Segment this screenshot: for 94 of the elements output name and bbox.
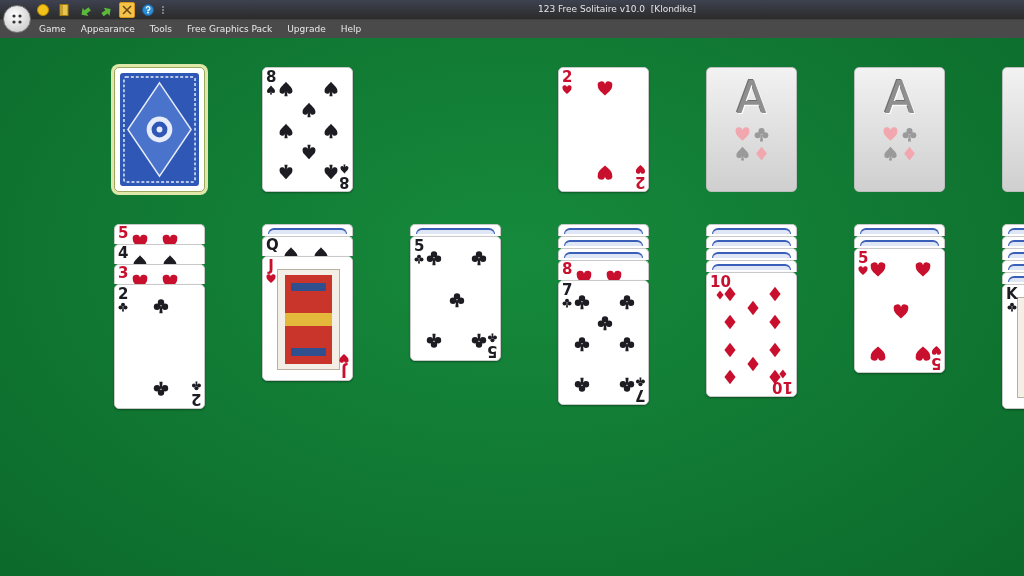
- playing-card[interactable]: 3: [114, 264, 205, 284]
- spade-icon: [278, 123, 294, 139]
- card-back[interactable]: [114, 67, 205, 192]
- heart-icon: [132, 272, 149, 284]
- heart-icon: [562, 85, 573, 95]
- book-icon[interactable]: [56, 2, 72, 18]
- spade-icon: [301, 102, 317, 118]
- card-rank: 5: [118, 226, 129, 241]
- heart-icon: [597, 81, 613, 97]
- card-rank: 2: [118, 287, 129, 302]
- ace-label: A: [736, 76, 767, 120]
- card-rank: 10: [710, 275, 731, 290]
- club-icon: [190, 381, 201, 391]
- heart-icon: [634, 164, 645, 174]
- heart-icon: [132, 232, 149, 244]
- playing-card[interactable]: 8: [558, 260, 649, 280]
- playing-card[interactable]: 5: [114, 224, 205, 244]
- card-rank: 5: [486, 343, 497, 358]
- menu-item[interactable]: Tools: [149, 23, 172, 35]
- diamond-icon: [767, 286, 783, 302]
- app-menu-button[interactable]: [3, 5, 31, 33]
- menu-item[interactable]: Game: [39, 23, 66, 35]
- diamond-icon: [767, 314, 783, 330]
- card-rank: 2: [634, 174, 645, 189]
- card-rank: 8: [338, 174, 349, 189]
- card-rank: 5: [414, 239, 425, 254]
- dice-icon: [10, 12, 24, 26]
- heart-icon: [606, 268, 623, 280]
- spade-icon: [301, 144, 317, 160]
- heart-icon: [870, 345, 886, 361]
- customize-icon[interactable]: [161, 5, 165, 15]
- help-icon[interactable]: [140, 2, 156, 18]
- club-icon: [574, 336, 590, 352]
- spade-icon: [278, 164, 294, 180]
- menu-item[interactable]: Free Graphics Pack: [187, 23, 273, 35]
- heart-icon: [266, 274, 276, 284]
- playing-card[interactable]: 8 8: [262, 67, 353, 192]
- menu-item[interactable]: Help: [340, 23, 362, 35]
- spade-icon: [323, 81, 339, 97]
- diamond-icon: [745, 300, 761, 316]
- club-icon: [449, 292, 465, 308]
- card-rank: 3: [118, 266, 129, 281]
- diamond-icon: [722, 314, 738, 330]
- card-rank: 7: [562, 283, 573, 298]
- card-rank: 8: [266, 70, 277, 85]
- club-icon: [619, 294, 635, 310]
- diamond-icon: [722, 369, 738, 385]
- club-icon: [153, 381, 169, 397]
- club-icon: [426, 333, 442, 349]
- heart-icon: [339, 353, 349, 363]
- playing-card[interactable]: 5 5: [410, 236, 501, 361]
- playing-card[interactable]: 2 2: [114, 284, 205, 409]
- diamond-icon: [722, 342, 738, 358]
- menu-item[interactable]: Appearance: [80, 23, 135, 35]
- card-rank: Q: [266, 238, 279, 253]
- playing-card[interactable]: 2 2: [558, 67, 649, 192]
- playing-card[interactable]: 10 10: [706, 272, 797, 397]
- diamond-icon: [745, 356, 761, 372]
- playing-card[interactable]: J J: [262, 256, 353, 381]
- card-rank: 5: [930, 355, 941, 370]
- card-rank: 8: [562, 262, 573, 277]
- club-icon: [619, 336, 635, 352]
- diamond-icon: [767, 342, 783, 358]
- coin-icon[interactable]: [35, 2, 51, 18]
- club-icon: [1006, 302, 1017, 312]
- menu-item[interactable]: Upgrade: [287, 23, 326, 35]
- card-rank: 7: [634, 387, 645, 402]
- card-rank: 4: [118, 246, 129, 261]
- spade-icon: [323, 123, 339, 139]
- heart-icon: [893, 304, 909, 320]
- playing-card[interactable]: Q: [262, 236, 353, 256]
- playing-card[interactable]: 4: [114, 244, 205, 264]
- card-rank: K: [1006, 287, 1018, 302]
- club-icon: [574, 377, 590, 393]
- playing-card[interactable]: K: [1002, 284, 1024, 409]
- playing-card[interactable]: 7 7: [558, 280, 649, 405]
- card-rank: 2: [562, 70, 573, 85]
- card-rank: 10: [772, 379, 793, 394]
- club-icon: [118, 302, 129, 312]
- heart-icon: [162, 272, 179, 284]
- heart-icon: [597, 164, 613, 180]
- club-icon: [153, 298, 169, 314]
- card-rank: J: [268, 259, 274, 274]
- card-rank: 2: [190, 391, 201, 406]
- heart-icon: [162, 232, 179, 244]
- ace-label: A: [884, 76, 915, 120]
- playing-card[interactable]: 5 5: [854, 248, 945, 373]
- club-icon: [471, 250, 487, 266]
- card-rank: 5: [858, 251, 869, 266]
- heart-icon: [576, 268, 593, 280]
- club-icon: [597, 315, 613, 331]
- window-title: 123 Free Solitaire v10.0 [Klondike]: [538, 3, 697, 15]
- heart-icon: [915, 262, 931, 278]
- card-rank: J: [341, 363, 347, 378]
